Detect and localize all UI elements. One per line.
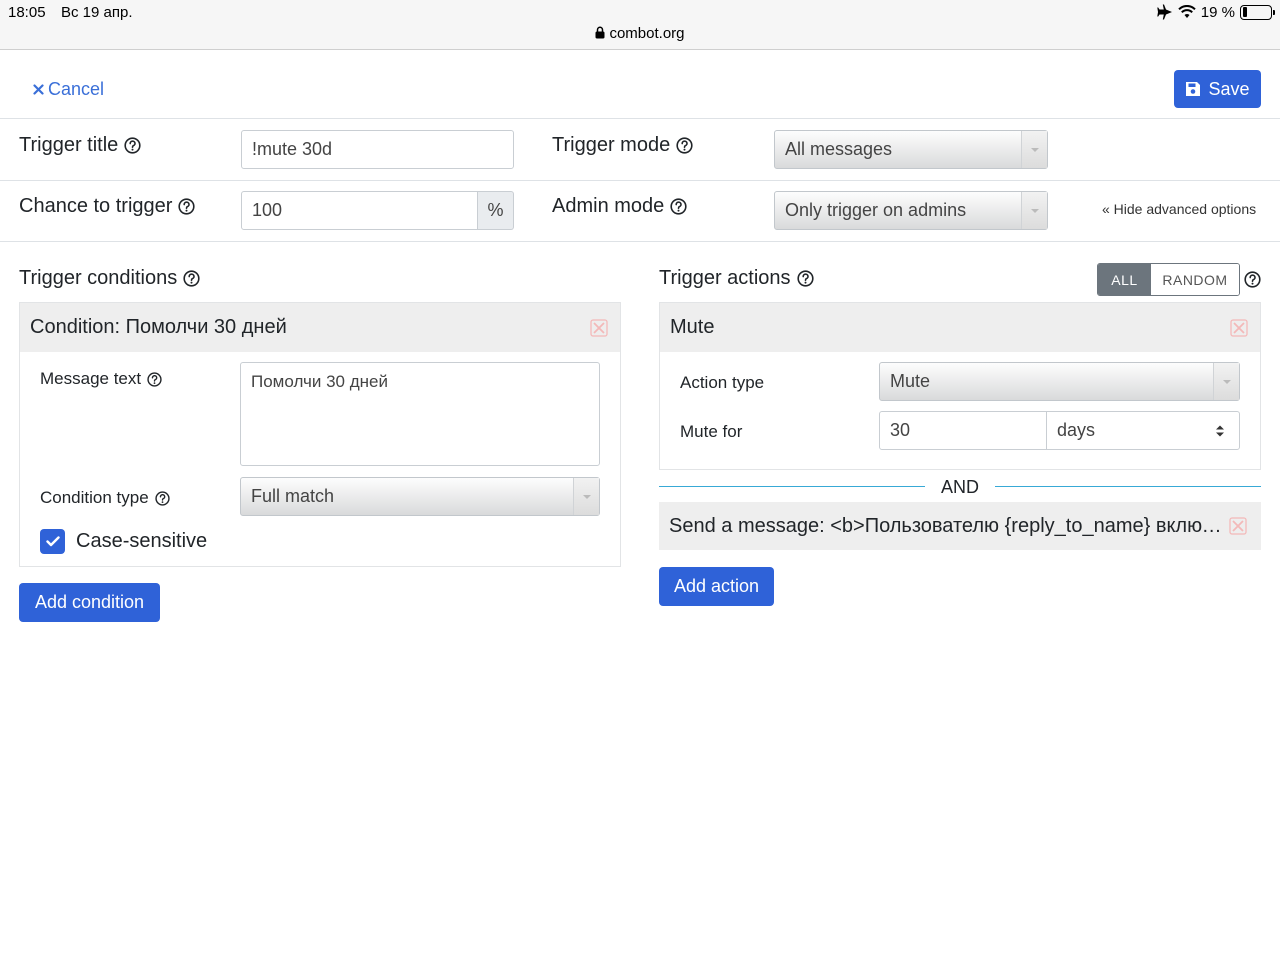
message-text-label: Message text xyxy=(40,369,162,389)
send-message-action[interactable]: Send a message: <b>Пользователю {reply_t… xyxy=(659,502,1261,550)
condition-card-title: Condition: Помолчи 30 дней xyxy=(30,316,287,338)
mute-for-label: Mute for xyxy=(680,422,742,442)
status-bar: 18:05 Вс 19 апр. 19 % combot.org xyxy=(0,0,1280,50)
message-text-value: Помолчи 30 дней xyxy=(251,372,388,391)
mute-for-value: 30 xyxy=(890,420,911,440)
remove-condition-icon[interactable] xyxy=(590,319,608,337)
chevron-down-icon xyxy=(1021,192,1047,229)
floppy-disk-icon xyxy=(1186,82,1201,96)
mute-unit-value: days xyxy=(1057,420,1096,440)
admin-mode-value: Only trigger on admins xyxy=(785,200,967,220)
and-divider-right xyxy=(995,486,1261,487)
help-icon[interactable] xyxy=(124,137,141,154)
mute-for-label-text: Mute for xyxy=(680,422,743,441)
address-bar[interactable]: combot.org xyxy=(0,25,1280,42)
conditions-title-text: Trigger conditions xyxy=(19,267,178,289)
help-icon[interactable] xyxy=(147,371,162,387)
and-label: AND xyxy=(941,477,980,497)
condition-type-select[interactable]: Full match xyxy=(240,477,600,516)
chance-label-text: Chance to trigger xyxy=(19,195,173,217)
close-icon xyxy=(33,84,44,95)
condition-type-value: Full match xyxy=(251,486,335,506)
mode-random-button[interactable]: RANDOM xyxy=(1151,264,1239,295)
message-text-label-text: Message text xyxy=(40,369,142,388)
condition-type-label-text: Condition type xyxy=(40,488,149,507)
divider xyxy=(0,118,1280,119)
battery-icon xyxy=(1240,4,1275,20)
cancel-button[interactable]: Cancel xyxy=(33,79,104,100)
status-indicators: 19 % xyxy=(1157,3,1275,21)
chance-input[interactable]: 100 xyxy=(241,191,478,230)
admin-mode-label: Admin mode xyxy=(552,195,687,218)
checkmark-icon xyxy=(45,536,60,547)
lock-icon xyxy=(595,26,605,39)
add-action-button[interactable]: Add action xyxy=(659,567,774,606)
airplane-icon xyxy=(1157,4,1172,20)
chance-label: Chance to trigger xyxy=(19,195,196,218)
trigger-mode-label: Trigger mode xyxy=(552,134,693,157)
action-type-label: Action type xyxy=(680,373,764,393)
condition-card-header: Condition: Помолчи 30 дней xyxy=(20,303,620,352)
remove-message-action-icon[interactable] xyxy=(1229,517,1247,535)
percent-addon: % xyxy=(478,191,514,230)
action-type-value: Mute xyxy=(890,371,931,391)
message-text-input[interactable]: Помолчи 30 дней xyxy=(240,362,600,466)
hide-advanced-options-link[interactable]: « Hide advanced options xyxy=(1102,201,1256,217)
action-type-select[interactable]: Mute xyxy=(879,362,1240,401)
condition-type-label: Condition type xyxy=(40,488,170,508)
help-icon[interactable] xyxy=(183,270,200,287)
help-icon[interactable] xyxy=(670,198,687,215)
mute-card-header: Mute xyxy=(660,303,1260,352)
save-button[interactable]: Save xyxy=(1174,70,1261,108)
help-icon[interactable] xyxy=(178,198,196,215)
case-sensitive-checkbox[interactable] xyxy=(40,529,65,554)
save-label: Save xyxy=(1208,78,1250,99)
conditions-section-title: Trigger conditions xyxy=(19,267,200,290)
action-type-label-text: Action type xyxy=(680,373,765,392)
trigger-mode-label-text: Trigger mode xyxy=(552,134,671,156)
add-condition-label: Add condition xyxy=(34,592,145,612)
trigger-title-input[interactable]: !mute 30d xyxy=(241,130,514,169)
actions-section-title: Trigger actions xyxy=(659,267,814,290)
divider xyxy=(0,241,1280,242)
help-icon[interactable] xyxy=(796,270,814,287)
add-action-label: Add action xyxy=(673,576,760,596)
chance-value: 100 xyxy=(252,200,283,220)
status-time: 18:05 xyxy=(8,4,46,21)
help-icon[interactable] xyxy=(676,137,693,154)
admin-mode-select[interactable]: Only trigger on admins xyxy=(774,191,1048,230)
sort-arrows-icon xyxy=(1216,425,1224,437)
and-divider-left xyxy=(659,486,925,487)
help-icon[interactable] xyxy=(155,490,170,506)
mute-card-title: Mute xyxy=(670,316,715,338)
add-condition-button[interactable]: Add condition xyxy=(19,583,160,622)
actions-mode-toggle: ALL RANDOM xyxy=(1097,263,1240,296)
help-icon[interactable] xyxy=(1244,271,1261,288)
actions-title-text: Trigger actions xyxy=(659,267,791,289)
chevron-down-icon xyxy=(1021,131,1047,168)
trigger-mode-value: All messages xyxy=(785,139,893,159)
chevron-down-icon xyxy=(1213,363,1239,400)
status-date: Вс 19 апр. xyxy=(61,4,133,21)
trigger-title-label-text: Trigger title xyxy=(19,134,119,156)
trigger-title-value: !mute 30d xyxy=(252,139,333,159)
mute-for-input[interactable]: 30 xyxy=(879,411,1047,450)
percent-unit: % xyxy=(487,200,504,220)
trigger-title-label: Trigger title xyxy=(19,134,141,157)
battery-percent: 19 % xyxy=(1200,3,1235,21)
remove-action-icon[interactable] xyxy=(1230,319,1248,337)
wifi-icon xyxy=(1178,5,1196,18)
chevron-down-icon xyxy=(573,478,599,515)
mute-unit-select[interactable]: days xyxy=(1046,411,1240,450)
admin-mode-label-text: Admin mode xyxy=(552,195,665,217)
trigger-mode-select[interactable]: All messages xyxy=(774,130,1048,169)
url-text: combot.org xyxy=(609,25,685,42)
mode-all-button[interactable]: ALL xyxy=(1098,264,1151,295)
divider xyxy=(0,180,1280,181)
send-message-text: Send a message: <b>Пользователю {reply_t… xyxy=(669,514,1224,537)
cancel-label: Cancel xyxy=(48,79,105,99)
case-sensitive-label: Case-sensitive xyxy=(76,530,208,552)
